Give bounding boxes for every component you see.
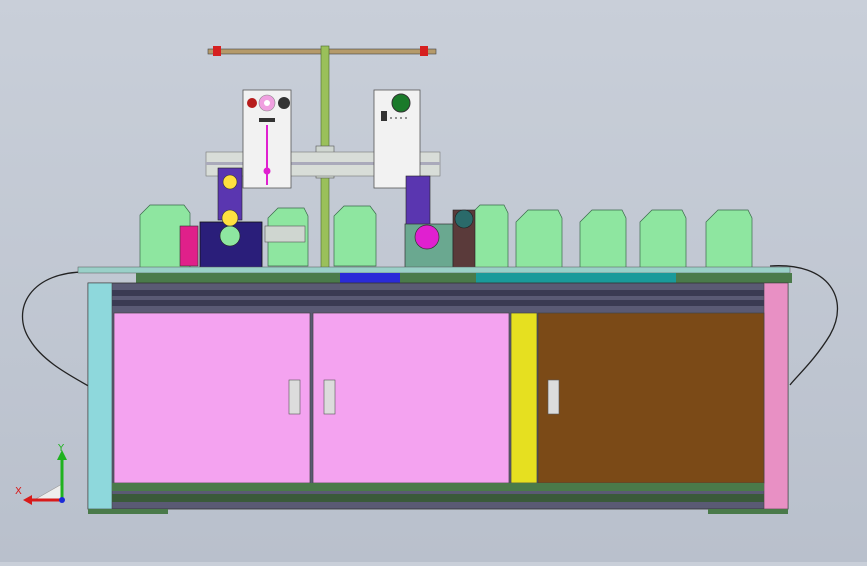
left-drive-wheel [219, 225, 241, 247]
machine-drawing [21, 45, 839, 514]
door-center-handle [323, 379, 336, 415]
left-panel-black-knob [278, 97, 290, 109]
left-magenta-reel [179, 225, 199, 267]
right-panel-green-button [391, 93, 411, 113]
cad-viewport[interactable]: Y X [0, 0, 867, 562]
fixture-4 [469, 204, 509, 269]
cabinet-base-rail-2 [112, 494, 764, 502]
cabinet-yellow-strip [510, 312, 538, 484]
left-panel-display [259, 118, 275, 122]
left-cable [21, 271, 96, 391]
left-panel-slider-knob [263, 167, 271, 175]
cabinet-top-rail-2 [112, 300, 764, 306]
cabinet-door-left [113, 312, 311, 484]
table-rim [77, 266, 791, 274]
left-panel-red-button [247, 98, 257, 108]
left-drive-gear [221, 209, 239, 227]
right-panel-switch [381, 111, 387, 121]
right-motor-cap [454, 209, 474, 229]
crossbar-end-left [213, 46, 221, 56]
crossbar-end-right [420, 46, 428, 56]
door-right-handle [547, 379, 560, 415]
fixture-7 [639, 209, 687, 269]
door-left-handle [288, 379, 301, 415]
right-foot [708, 509, 788, 514]
cabinet-door-right [537, 312, 765, 484]
right-motor-upright [405, 175, 431, 229]
cabinet-door-center [312, 312, 510, 484]
table-top-blue-segment [340, 273, 400, 283]
table-top-green [136, 273, 792, 283]
triad-plane [32, 483, 63, 501]
z-axis-dot [59, 497, 65, 503]
triad-y-label: Y [58, 443, 65, 454]
fixture-5 [515, 209, 563, 269]
right-motor-face [414, 224, 440, 250]
triad-x-label: X [15, 486, 22, 497]
cabinet-top-rail-1 [112, 290, 764, 296]
left-shaft-housing [264, 225, 306, 243]
fixture-8 [705, 209, 753, 269]
cabinet-base-rail-1 [112, 483, 764, 491]
table-top-teal-segment [476, 273, 676, 283]
axis-triad [23, 450, 67, 505]
left-upright-gear [222, 174, 238, 190]
fixture-6 [579, 209, 627, 269]
left-post-cyan [87, 282, 113, 510]
fixture-3 [333, 205, 377, 267]
left-foot [88, 509, 168, 514]
x-axis-head [23, 495, 32, 505]
right-post-pink [763, 282, 789, 510]
left-panel-knob-center [264, 100, 270, 106]
